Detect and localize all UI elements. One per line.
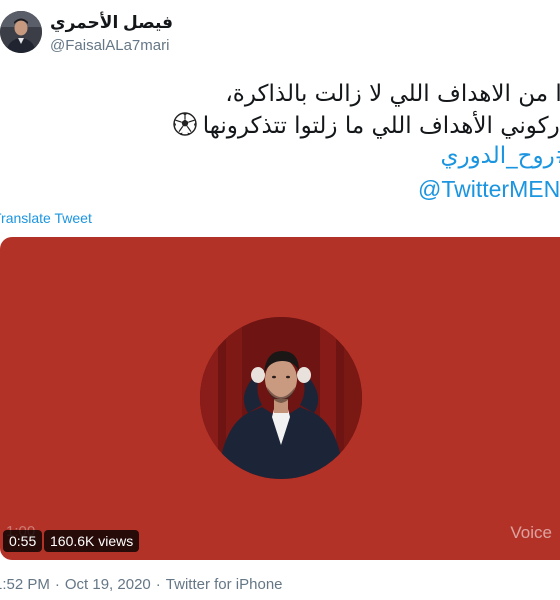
mention-link[interactable]: @TwitterMENA: [418, 176, 560, 203]
translate-tweet-link[interactable]: Translate Tweet: [0, 210, 92, 226]
tweet-text-line-2: شاركوني الأهداف اللي ما زلتوا تتذكرونها: [202, 113, 560, 139]
voice-watermark: Voice: [510, 523, 552, 542]
author-avatar[interactable]: [0, 11, 42, 53]
media-profile-photo: [200, 317, 362, 479]
video-player[interactable]: 1:00 0:55 160.6K views Voice: [0, 237, 560, 560]
tweet-date[interactable]: Oct 19, 2020: [65, 576, 151, 593]
tweet-time[interactable]: 1:52 PM: [0, 576, 50, 593]
soccer-ball-icon: [173, 112, 197, 136]
tweet-source-link[interactable]: Twitter for iPhone: [166, 576, 283, 593]
tweet-text: هذا من الاهداف اللي لا زالت بالذاكرة، شا…: [66, 78, 560, 142]
video-duration-badge: 0:55: [3, 530, 43, 552]
meta-separator: ·: [54, 576, 60, 593]
tweet-meta: 1:52 PM·Oct 19, 2020·Twitter for iPhone: [0, 576, 283, 593]
hashtag-link[interactable]: #روح_الدوري: [440, 143, 560, 169]
tweet-text-line-2-wrap: شاركوني الأهداف اللي ما زلتوا تتذكرونها: [66, 110, 560, 142]
author-handle[interactable]: @FaisalALa7mari: [50, 37, 169, 54]
tweet-text-line-1: هذا من الاهداف اللي لا زالت بالذاكرة،: [225, 81, 560, 107]
tweet-page: فيصل الأحمري @FaisalALa7mari هذا من الاه…: [0, 0, 560, 600]
meta-separator: ·: [155, 576, 161, 593]
author-display-name[interactable]: فيصل الأحمري: [50, 13, 173, 33]
video-views-badge: 160.6K views: [44, 530, 140, 552]
